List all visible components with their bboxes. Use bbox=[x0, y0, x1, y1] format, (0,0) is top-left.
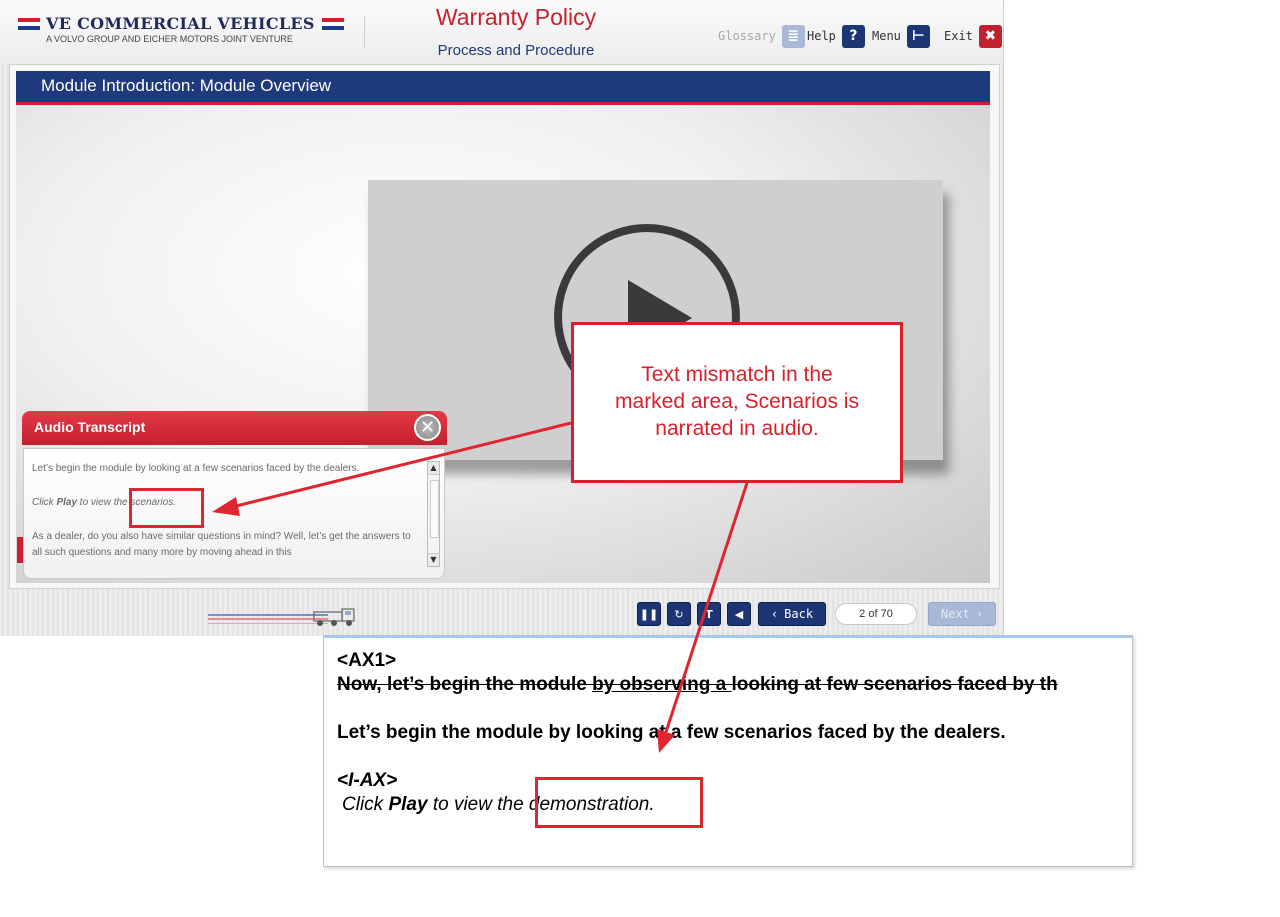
course-player: VE COMMERCIAL VEHICLES A VOLVO GROUP AND… bbox=[0, 0, 1004, 636]
course-subtitle: Process and Procedure bbox=[437, 42, 595, 59]
transcript-toggle-button[interactable]: T bbox=[697, 602, 721, 626]
doc-struck-underlined-text: by observing a bbox=[592, 674, 732, 695]
help-icon: ? bbox=[841, 24, 865, 48]
glossary-icon: ≣ bbox=[781, 24, 805, 48]
help-button[interactable]: Help ? bbox=[807, 24, 865, 48]
doc-struck-text: Now, let’s begin the module bbox=[337, 674, 593, 695]
flag-right-icon bbox=[322, 18, 344, 30]
highlight-box-transcript bbox=[129, 488, 204, 528]
logo-title: VE COMMERCIAL VEHICLES bbox=[46, 14, 315, 33]
glossary-button[interactable]: Glossary ≣ bbox=[718, 24, 805, 48]
callout-line: Text mismatch in the bbox=[641, 363, 833, 386]
highlight-box-script bbox=[535, 777, 703, 828]
scroll-down-icon[interactable]: ▼ bbox=[428, 553, 439, 566]
page-indicator: 2 of 70 bbox=[835, 603, 917, 625]
company-logo: VE COMMERCIAL VEHICLES A VOLVO GROUP AND… bbox=[18, 14, 348, 48]
transcript-paragraph: Click Play to view the scenarios. bbox=[32, 495, 422, 511]
transcript-title: Audio Transcript bbox=[34, 419, 146, 435]
back-button[interactable]: ‹ Back bbox=[758, 602, 826, 626]
script-document: <AX1> Now, let’s begin the module by obs… bbox=[323, 635, 1133, 867]
close-icon: ✖ bbox=[978, 24, 1002, 48]
chevron-left-icon: ‹ bbox=[770, 607, 779, 621]
doc-text-part: Click bbox=[342, 794, 389, 815]
pause-icon: ❚❚ bbox=[639, 607, 659, 621]
menu-tree-icon: ⊢ bbox=[906, 24, 930, 48]
exit-label: Exit bbox=[944, 29, 973, 43]
text-icon: T bbox=[705, 607, 713, 621]
truck-icon bbox=[313, 608, 355, 626]
audio-transcript-panel: Audio Transcript ✕ Let’s begin the modul… bbox=[22, 411, 447, 580]
speaker-icon: ◀ bbox=[734, 607, 744, 621]
module-header: Module Introduction: Module Overview bbox=[16, 71, 990, 105]
review-callout: Text mismatch in the marked area, Scenar… bbox=[571, 322, 903, 483]
audio-button[interactable]: ◀ bbox=[727, 602, 751, 626]
next-button[interactable]: Next › bbox=[928, 602, 996, 626]
progress-track bbox=[208, 608, 358, 632]
flag-left-icon bbox=[18, 18, 40, 30]
next-label: Next bbox=[940, 607, 970, 621]
transcript-header: Audio Transcript ✕ bbox=[22, 411, 447, 445]
doc-tag: <AX1> bbox=[337, 650, 397, 671]
doc-struck-text: looking at few scenarios faced by th bbox=[731, 674, 1058, 695]
divider bbox=[364, 16, 365, 48]
module-title: Module Introduction: Module Overview bbox=[41, 76, 332, 95]
doc-main-line: Let’s begin the module by looking at a f… bbox=[337, 722, 1006, 743]
transcript-paragraph: Let’s begin the module by looking at a f… bbox=[32, 463, 360, 474]
chevron-right-icon: › bbox=[975, 607, 984, 621]
replay-icon: ↻ bbox=[674, 607, 684, 621]
menu-button[interactable]: Menu ⊢ bbox=[872, 24, 930, 48]
replay-button[interactable]: ↻ bbox=[667, 602, 691, 626]
transcript-scrollbar[interactable]: ▲ ▼ bbox=[427, 461, 440, 567]
glossary-label: Glossary bbox=[718, 29, 776, 43]
exit-button[interactable]: Exit ✖ bbox=[944, 24, 1002, 48]
transcript-text-part: Click bbox=[32, 497, 57, 508]
help-label: Help bbox=[807, 29, 836, 43]
menu-label: Menu bbox=[872, 29, 901, 43]
logo-subtitle: A VOLVO GROUP AND EICHER MOTORS JOINT VE… bbox=[46, 34, 293, 44]
scroll-up-icon[interactable]: ▲ bbox=[428, 462, 439, 475]
top-bar: VE COMMERCIAL VEHICLES A VOLVO GROUP AND… bbox=[0, 0, 1003, 64]
course-title: Warranty Policy bbox=[435, 4, 597, 30]
doc-struck-line: Now, let’s begin the module by observing… bbox=[337, 674, 1058, 696]
back-label: Back bbox=[784, 607, 814, 621]
callout-line: narrated in audio. bbox=[655, 417, 819, 440]
scroll-thumb[interactable] bbox=[430, 480, 439, 538]
doc-tag: <I-AX> bbox=[337, 770, 398, 791]
close-transcript-icon[interactable]: ✕ bbox=[414, 414, 441, 441]
doc-bold-text: Play bbox=[388, 794, 428, 815]
transcript-body: Let’s begin the module by looking at a f… bbox=[23, 448, 445, 579]
transcript-bold-text: Play bbox=[56, 497, 78, 508]
transcript-text: Let’s begin the module by looking at a f… bbox=[32, 461, 422, 579]
pause-button[interactable]: ❚❚ bbox=[637, 602, 661, 626]
transcript-paragraph: As a dealer, do you also have similar qu… bbox=[32, 531, 411, 558]
callout-line: marked area, Scenarios is bbox=[615, 390, 859, 413]
